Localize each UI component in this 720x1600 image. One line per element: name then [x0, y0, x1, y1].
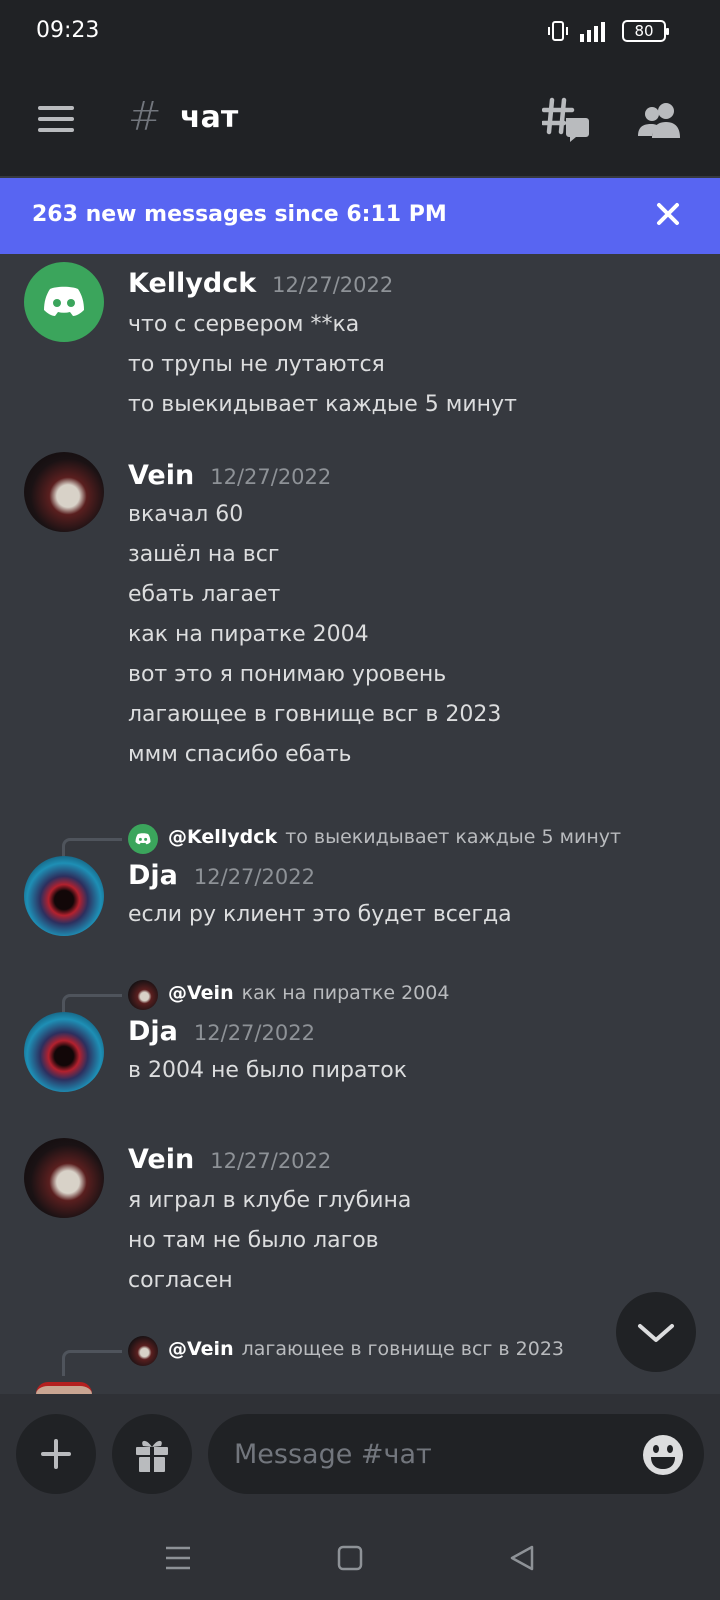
reply-text: лагающее в говнище всг в 2023 — [241, 1338, 565, 1360]
nav-back-icon[interactable] — [502, 1538, 542, 1578]
reply-avatar — [128, 824, 158, 854]
reply-username: @Kellydck то выекидывает каждые 5 минут — [168, 826, 622, 848]
gift-button[interactable] — [112, 1414, 192, 1494]
reply-username: @Vein как на пиратке 2004 — [168, 982, 450, 1004]
message-timestamp: 12/27/2022 — [193, 1021, 315, 1045]
discord-logo-icon — [44, 286, 84, 316]
reply-avatar — [128, 980, 158, 1010]
message-line: что с сервером **ка — [128, 312, 360, 337]
message-line: то трупы не лутаются — [128, 352, 385, 377]
system-nav-bar — [0, 1514, 720, 1600]
status-bar: 09:23 80 — [0, 0, 720, 66]
battery-indicator: 80 — [622, 20, 669, 42]
message-line: как на пиратке 2004 — [128, 622, 369, 647]
message-input[interactable] — [234, 1434, 614, 1474]
channel-title: чат — [180, 100, 239, 135]
avatar[interactable] — [24, 262, 104, 342]
channel-hash-icon: # — [128, 94, 162, 140]
vibrate-icon — [548, 21, 568, 41]
message-line: лагающее в говнище всг в 2023 — [128, 702, 502, 727]
status-time: 09:23 — [36, 18, 100, 43]
chevron-down-icon — [638, 1324, 674, 1342]
message-timestamp: 12/27/2022 — [210, 465, 332, 489]
attach-button[interactable] — [16, 1414, 96, 1494]
avatar[interactable] — [24, 1012, 104, 1092]
reply-text: как на пиратке 2004 — [241, 982, 450, 1004]
message-author[interactable]: Dja 12/27/2022 — [128, 860, 315, 891]
message-line: но там не было лагов — [128, 1228, 379, 1253]
message-timestamp: 12/27/2022 — [210, 1149, 332, 1173]
reply-preview[interactable]: @Vein лагающее в говнище всг в 2023 — [0, 1334, 720, 1376]
avatar[interactable] — [24, 452, 104, 532]
plus-icon — [41, 1439, 71, 1469]
message-input-box[interactable] — [208, 1414, 704, 1494]
status-icons: 80 — [548, 20, 669, 42]
message-line: если ру клиент это будет всегда — [128, 902, 512, 927]
message-composer — [0, 1394, 720, 1514]
message-author[interactable]: Vein 12/27/2022 — [128, 460, 331, 491]
message-author[interactable]: Kellydck 12/27/2022 — [128, 268, 393, 299]
channel-header: # чат — [0, 66, 720, 176]
message-timestamp: 12/27/2022 — [272, 273, 394, 297]
message-line: ебать лагает — [128, 582, 281, 607]
close-icon[interactable] — [650, 196, 686, 232]
reply-username: @Vein лагающее в говнище всг в 2023 — [168, 1338, 565, 1360]
scroll-to-bottom-button[interactable] — [616, 1292, 696, 1372]
message-line: согласен — [128, 1268, 233, 1293]
threads-icon[interactable] — [542, 96, 590, 144]
signal-icon — [580, 22, 605, 42]
message-author[interactable]: Dja 12/27/2022 — [128, 1016, 315, 1047]
emoji-icon[interactable] — [642, 1434, 684, 1476]
message-timestamp: 12/27/2022 — [193, 865, 315, 889]
nav-home-icon[interactable] — [330, 1538, 370, 1578]
new-messages-text: 263 new messages since 6:11 PM — [32, 202, 447, 227]
gift-icon — [136, 1440, 168, 1472]
reply-text: то выекидывает каждые 5 минут — [285, 826, 622, 848]
message-line: то выекидывает каждые 5 минут — [128, 392, 517, 417]
message-author[interactable]: Vein 12/27/2022 — [128, 1144, 331, 1175]
message-line: я играл в клубе глубина — [128, 1188, 412, 1213]
message-line: в 2004 не было пираток — [128, 1058, 407, 1083]
message-line: вкачал 60 — [128, 502, 244, 527]
message-line: ммм спасибо ебать — [128, 742, 352, 767]
new-messages-bar[interactable]: 263 new messages since 6:11 PM — [0, 178, 720, 254]
avatar[interactable] — [24, 1138, 104, 1218]
nav-menu-icon[interactable] — [158, 1538, 198, 1578]
members-icon[interactable] — [638, 100, 682, 140]
reply-preview[interactable]: @Kellydck то выекидывает каждые 5 минут — [0, 822, 720, 864]
avatar — [36, 1382, 92, 1394]
avatar[interactable] — [24, 856, 104, 936]
hamburger-icon[interactable] — [38, 106, 74, 132]
reply-spine — [62, 1350, 122, 1376]
message-line: вот это я понимаю уровень — [128, 662, 447, 687]
message-line: зашёл на всг — [128, 542, 280, 567]
reply-avatar — [128, 1336, 158, 1366]
reply-preview[interactable]: @Vein как на пиратке 2004 — [0, 978, 720, 1020]
